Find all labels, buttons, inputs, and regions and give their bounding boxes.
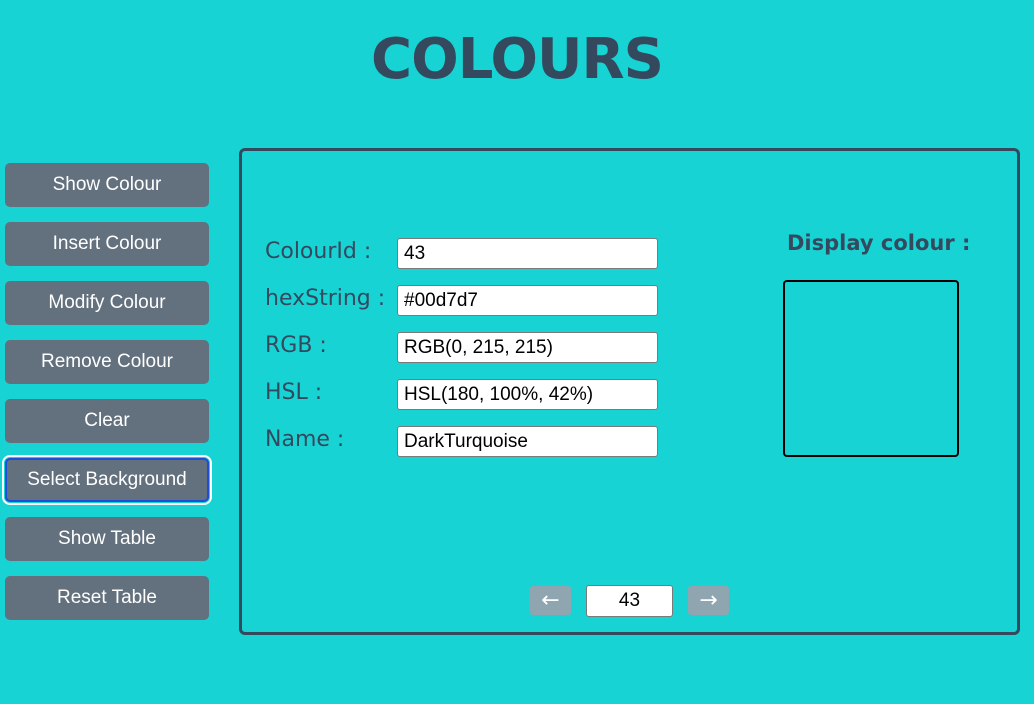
hsl-input[interactable]: HSL(180, 100%, 42%): [397, 379, 658, 410]
page-number-input[interactable]: 43: [586, 585, 673, 617]
display-colour-swatch: [783, 280, 959, 457]
next-button[interactable]: →: [688, 586, 729, 615]
rgb-label: RGB :: [265, 333, 327, 358]
name-label: Name :: [265, 427, 345, 452]
hex-string-label: hexString :: [265, 286, 386, 311]
hex-string-input[interactable]: #00d7d7: [397, 285, 658, 316]
show-colour-button[interactable]: Show Colour: [5, 163, 209, 207]
left-arrow-icon: ←: [541, 588, 560, 613]
page-title: COLOURS: [371, 27, 664, 92]
select-background-button[interactable]: Select Background: [2, 455, 212, 505]
rgb-input[interactable]: RGB(0, 215, 215): [397, 332, 658, 363]
colour-id-input[interactable]: 43: [397, 238, 658, 269]
remove-colour-button[interactable]: Remove Colour: [5, 340, 209, 384]
hsl-label: HSL :: [265, 380, 323, 405]
prev-button[interactable]: ←: [530, 586, 571, 615]
name-input[interactable]: DarkTurquoise: [397, 426, 658, 457]
show-table-button[interactable]: Show Table: [5, 517, 209, 561]
colour-id-label: ColourId :: [265, 239, 372, 264]
insert-colour-button[interactable]: Insert Colour: [5, 222, 209, 266]
colour-panel: ColourId : 43 hexString : #00d7d7 RGB : …: [239, 148, 1020, 635]
reset-table-button[interactable]: Reset Table: [5, 576, 209, 620]
display-colour-label: Display colour :: [787, 231, 971, 255]
modify-colour-button[interactable]: Modify Colour: [5, 281, 209, 325]
clear-button[interactable]: Clear: [5, 399, 209, 443]
sidebar: Show Colour Insert Colour Modify Colour …: [2, 163, 212, 635]
right-arrow-icon: →: [699, 588, 718, 613]
